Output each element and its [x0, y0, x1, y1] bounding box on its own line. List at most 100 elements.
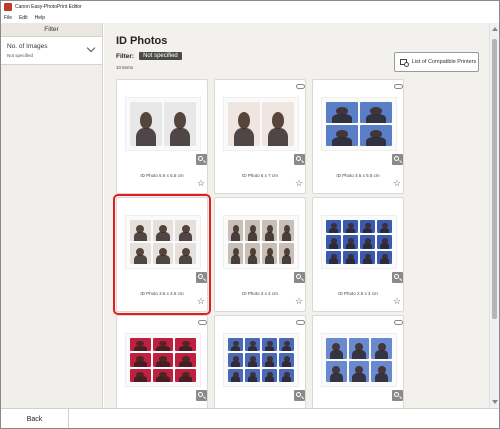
id-photo-preview — [228, 353, 243, 367]
app-window: Canon Easy-PhotoPrint Editor File Edit H… — [0, 0, 500, 429]
star-icon[interactable]: ☆ — [295, 297, 303, 306]
compatible-printers-button[interactable]: List of Compatible Printers — [394, 52, 479, 72]
id-photo-preview — [279, 243, 294, 264]
id-photo-preview — [262, 338, 277, 352]
star-icon[interactable]: ☆ — [197, 179, 205, 188]
magnifier-icon[interactable] — [294, 390, 305, 401]
id-photo-preview — [175, 338, 196, 352]
id-photo-preview — [326, 338, 347, 359]
template-card[interactable]: ☆ — [312, 315, 404, 408]
star-icon[interactable]: ☆ — [295, 179, 303, 188]
star-icon[interactable]: ☆ — [393, 179, 401, 188]
star-icon[interactable]: ☆ — [197, 297, 205, 306]
window-title: Canon Easy-PhotoPrint Editor — [15, 4, 82, 10]
id-photo-preview — [175, 243, 196, 264]
id-photo-preview — [279, 220, 294, 241]
filter-heading: Filter — [1, 23, 102, 37]
id-photo-preview — [262, 243, 277, 264]
template-area: ID Photos Filter: Not specified 10 items… — [104, 23, 489, 408]
star-icon[interactable]: ☆ — [393, 297, 401, 306]
template-caption: ID Photo 4.5 x 5.5 cm — [336, 173, 380, 178]
template-card[interactable]: ID Photo 4.5 x 5.5 cm ☆ — [312, 79, 404, 194]
id-photo-preview — [377, 220, 392, 234]
filter-number-of-images[interactable]: No. of Images Not specified — [1, 37, 102, 65]
template-thumbnail — [223, 333, 299, 387]
template-thumbnail — [321, 333, 397, 387]
active-filter: Filter: Not specified — [116, 52, 182, 60]
id-photo-preview — [228, 243, 243, 264]
template-thumbnail — [125, 333, 201, 387]
magnifier-icon[interactable] — [392, 154, 403, 165]
filter-label: No. of Images — [7, 43, 48, 50]
magnifier-icon[interactable] — [196, 272, 207, 283]
template-caption: ID Photo 3.5 x 4.5 cm — [140, 291, 184, 296]
back-button[interactable]: Back — [1, 409, 69, 428]
id-photo-preview — [152, 353, 174, 367]
scroll-up-arrow-icon[interactable] — [492, 27, 498, 31]
compatible-printers-label: List of Compatible Printers — [411, 58, 477, 65]
cloud-icon — [198, 319, 207, 325]
vertical-scrollbar[interactable] — [489, 23, 499, 408]
id-photo-preview — [245, 243, 260, 264]
id-photo-preview — [245, 368, 260, 382]
id-photo-preview — [164, 102, 196, 146]
filter-sidebar: Filter No. of Images Not specified — [1, 23, 103, 408]
id-photo-preview — [360, 250, 375, 264]
magnifier-icon[interactable] — [196, 154, 207, 165]
filter-key: Filter: — [116, 52, 135, 60]
menu-edit[interactable]: Edit — [19, 15, 28, 21]
id-photo-preview — [371, 338, 392, 359]
id-photo-preview — [262, 368, 277, 382]
id-photo-preview — [228, 368, 243, 382]
cloud-icon — [296, 319, 305, 325]
template-card[interactable]: ☆ — [116, 315, 208, 408]
template-card[interactable]: ID Photo 5 x 7 cm ☆ — [214, 79, 306, 194]
template-caption: ID Photo 2.5 x 3 cm — [338, 291, 378, 296]
id-photo-preview — [279, 368, 294, 382]
id-photo-preview — [245, 220, 260, 241]
template-caption: ID Photo 5.6 x 5.6 cm — [140, 173, 184, 178]
id-photo-preview — [360, 220, 375, 234]
template-card[interactable]: ID Photo 3 x 4 cm ☆ — [214, 197, 306, 312]
id-photo-preview — [360, 102, 392, 123]
id-photo-preview — [228, 338, 243, 352]
template-thumbnail — [223, 215, 299, 269]
id-photo-preview — [360, 125, 392, 146]
menu-file[interactable]: File — [4, 15, 12, 21]
magnifier-icon[interactable] — [294, 154, 305, 165]
id-photo-preview — [262, 102, 294, 146]
id-photo-preview — [228, 102, 260, 146]
magnifier-icon[interactable] — [294, 272, 305, 283]
menu-help[interactable]: Help — [35, 15, 45, 21]
magnifier-icon[interactable] — [392, 390, 403, 401]
id-photo-preview — [343, 250, 358, 264]
id-photo-preview — [262, 220, 277, 241]
template-thumbnail — [321, 97, 397, 151]
template-thumbnail — [223, 97, 299, 151]
id-photo-preview — [343, 220, 358, 234]
item-count: 10 items — [116, 65, 134, 70]
id-photo-preview — [326, 125, 358, 146]
magnifier-icon[interactable] — [392, 272, 403, 283]
template-card[interactable]: ID Photo 2.5 x 3 cm ☆ — [312, 197, 404, 312]
id-photo-preview — [228, 220, 243, 241]
template-thumbnail — [125, 97, 201, 151]
magnifier-icon[interactable] — [196, 390, 207, 401]
id-photo-preview — [348, 338, 370, 359]
filter-value: Not specified — [7, 53, 34, 58]
id-photo-preview — [377, 235, 392, 249]
scroll-down-arrow-icon[interactable] — [492, 400, 498, 404]
scroll-thumb[interactable] — [492, 39, 497, 319]
id-photo-preview — [360, 235, 375, 249]
template-card[interactable]: ID Photo 3.5 x 4.5 cm ☆ — [113, 194, 211, 315]
id-photo-preview — [245, 338, 260, 352]
id-photo-preview — [279, 338, 294, 352]
template-card[interactable]: ☆ — [214, 315, 306, 408]
id-photo-preview — [326, 361, 347, 382]
id-photo-preview — [130, 243, 151, 264]
id-photo-preview — [279, 353, 294, 367]
title-bar: Canon Easy-PhotoPrint Editor — [1, 1, 499, 13]
template-card[interactable]: ID Photo 5.6 x 5.6 cm ☆ — [116, 79, 208, 194]
id-photo-preview — [152, 338, 174, 352]
id-photo-preview — [262, 353, 277, 367]
